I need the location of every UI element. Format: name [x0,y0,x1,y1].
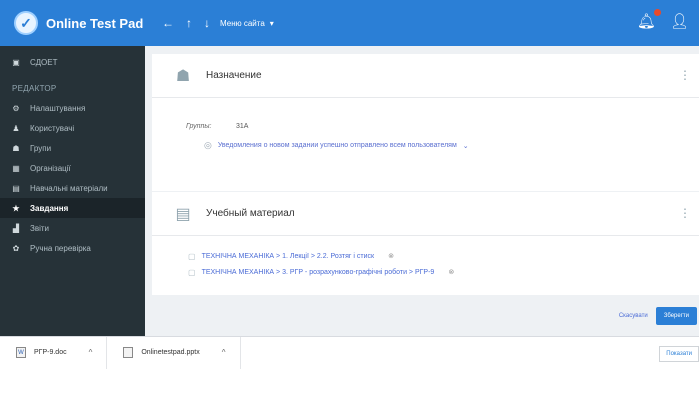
sidebar-item-label: Звіти [30,223,49,233]
assignment-icon: ★ [12,203,20,213]
save-button[interactable]: Зберегти [655,307,697,325]
sidebar-item-label: Користувачі [30,123,75,133]
group-icon: ☗ [12,143,20,153]
form-footer: Скасувати Зберегти [619,304,699,328]
chevron-up-icon[interactable]: ^ [75,348,107,357]
file-icon [123,347,134,358]
brand-name: Online Test Pad [46,15,144,31]
notification-status[interactable]: ◎ Уведомления о новом задании успешно от… [152,140,699,151]
chart-icon: ▟ [12,223,20,233]
top-right-actions: 🔔︎ 👤︎ [636,9,689,30]
groups-value: 31А [236,122,249,130]
cancel-button[interactable]: Скасувати [619,313,648,319]
material-link[interactable]: ТЕХНІЧНА МЕХАНІКА > 1. Лекції > 2.2. Роз… [202,253,375,260]
nav-arrows: ← ↑ ↓ [162,16,210,30]
sidebar-item-sdoet[interactable]: ▣ СДОЕТ [0,52,145,72]
sidebar-item-label: Організації [30,163,71,173]
doc-file-icon: W [16,347,26,358]
main-content: ☗ Назначение ⋮ Группы: 31А ◎ Уведомления… [145,46,699,336]
sidebar-item-label: Налаштування [30,103,86,113]
sidebar-item-manual-check[interactable]: ✿ Ручна перевірка [0,238,145,258]
sidebar-item-materials[interactable]: ▤ Навчальні матеріали [0,178,145,198]
sidebar: ▣ СДОЕТ РЕДАКТОР ⚙ Налаштування ♟ Корист… [0,46,145,336]
top-navbar: ✓ Online Test Pad ← ↑ ↓ Меню сайта ▾ 🔔︎ … [0,0,699,46]
more-options-icon[interactable]: ⋮ [679,68,691,82]
groups-label: Группы: [186,122,212,130]
sidebar-item-label: СДОЕТ [30,57,58,67]
info-icon: ◎ [204,140,212,150]
download-filename: Onlinetestpad.pptx [141,349,200,356]
brand[interactable]: ✓ Online Test Pad [0,0,150,46]
material-card-title: Учебный материал [206,208,295,219]
sidebar-item-organizations[interactable]: ▦ Організації [0,158,145,178]
dashboard-icon: ▣ [12,57,20,67]
user-icon: ♟ [12,123,20,133]
user-menu-icon[interactable]: 👤︎ [670,12,689,30]
logo-icon: ✓ [14,11,38,35]
sidebar-item-label: Завдання [30,203,69,213]
notification-text: Уведомления о новом задании успешно отпр… [217,142,457,149]
gear-icon: ⚙ [12,103,20,113]
material-item: ▢ ТЕХНІЧНА МЕХАНІКА > 3. РГР - розрахунк… [152,264,699,280]
sidebar-item-reports[interactable]: ▟ Звіти [0,218,145,238]
material-card: ▤ Учебный материал ⋮ ▢ ТЕХНІЧНА МЕХАНІКА… [152,192,699,295]
sidebar-item-groups[interactable]: ☗ Групи [0,138,145,158]
download-item[interactable]: Onlinetestpad.pptx ^ [107,336,241,369]
notification-badge [653,9,661,16]
site-menu-dropdown[interactable]: Меню сайта ▾ [220,19,274,28]
sidebar-item-users[interactable]: ♟ Користувачі [0,118,145,138]
sidebar-item-settings[interactable]: ⚙ Налаштування [0,98,145,118]
groups-row: Группы: 31А [152,116,699,136]
back-arrow-icon[interactable]: ← [162,16,174,30]
downloads-bar: W РГР-9.doc ^ Onlinetestpad.pptx ^ Показ… [0,336,699,369]
show-all-button[interactable]: Показати [659,346,699,362]
assignment-card-header: ☗ Назначение ⋮ [152,54,699,98]
building-icon: ▦ [12,163,20,173]
assignment-card: ☗ Назначение ⋮ Группы: 31А ◎ Уведомления… [152,54,699,191]
download-item[interactable]: W РГР-9.doc ^ [0,336,108,369]
down-arrow-icon[interactable]: ↓ [204,16,210,30]
up-arrow-icon[interactable]: ↑ [186,16,192,30]
bell-icon: 🔔︎ [636,13,656,30]
site-menu-label: Меню сайта [220,18,265,28]
sidebar-item-label: Ручна перевірка [30,243,91,253]
book-icon: ▤ [12,183,20,193]
more-options-icon[interactable]: ⋮ [679,206,691,220]
chevron-down-icon: ⌄ [462,142,469,150]
book-icon: ▤ [175,205,191,223]
assignment-card-title: Назначение [206,70,262,81]
download-filename: РГР-9.doc [34,349,67,356]
file-icon: ▢ [188,267,196,277]
remove-icon[interactable]: ⊗ [448,268,454,276]
notifications-button[interactable]: 🔔︎ [636,9,661,30]
material-card-header: ▤ Учебный материал ⋮ [152,192,699,236]
chevron-down-icon: ▾ [269,18,274,28]
chevron-up-icon[interactable]: ^ [208,348,240,357]
sidebar-section-title: РЕДАКТОР [12,83,57,93]
material-link[interactable]: ТЕХНІЧНА МЕХАНІКА > 3. РГР - розрахунков… [202,269,435,276]
material-item: ▢ ТЕХНІЧНА МЕХАНІКА > 1. Лекції > 2.2. Р… [152,248,699,264]
check-icon: ✿ [12,243,20,253]
sidebar-item-assignments[interactable]: ★ Завдання [0,198,145,218]
remove-icon[interactable]: ⊗ [388,252,394,260]
sidebar-item-label: Навчальні матеріали [30,183,108,193]
users-icon: ☗ [175,67,191,85]
sidebar-item-label: Групи [30,143,52,153]
file-icon: ▢ [188,251,196,261]
